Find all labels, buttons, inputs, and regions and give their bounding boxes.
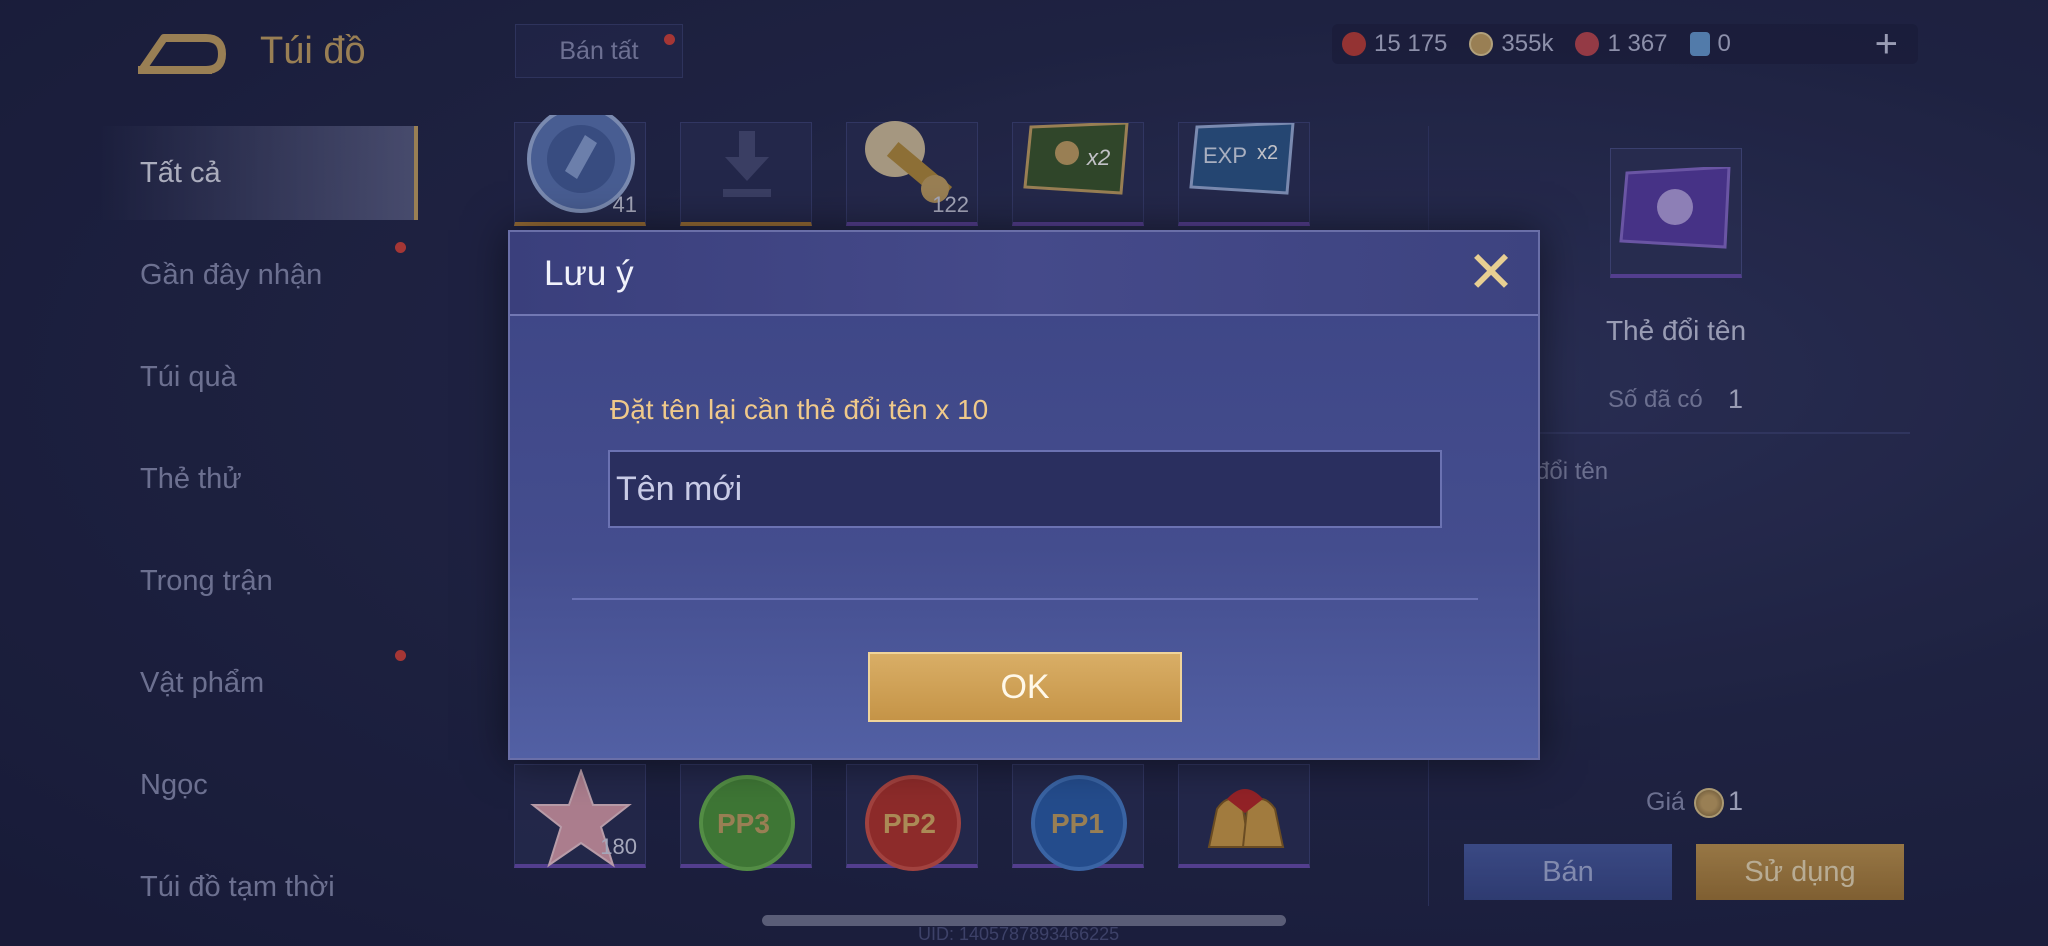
close-icon[interactable]: ✕ — [1460, 242, 1522, 304]
ok-button[interactable]: OK — [868, 652, 1182, 722]
rename-dialog: Lưu ý ✕ Đặt tên lại cần thẻ đổi tên x 10… — [508, 230, 1540, 760]
divider — [572, 598, 1478, 600]
dialog-header: Lưu ý ✕ — [510, 232, 1538, 316]
dialog-title: Lưu ý — [544, 254, 634, 293]
ok-button-label: OK — [1000, 667, 1050, 706]
dialog-message: Đặt tên lại cần thẻ đổi tên x 10 — [610, 394, 989, 425]
new-name-input[interactable] — [608, 450, 1442, 528]
